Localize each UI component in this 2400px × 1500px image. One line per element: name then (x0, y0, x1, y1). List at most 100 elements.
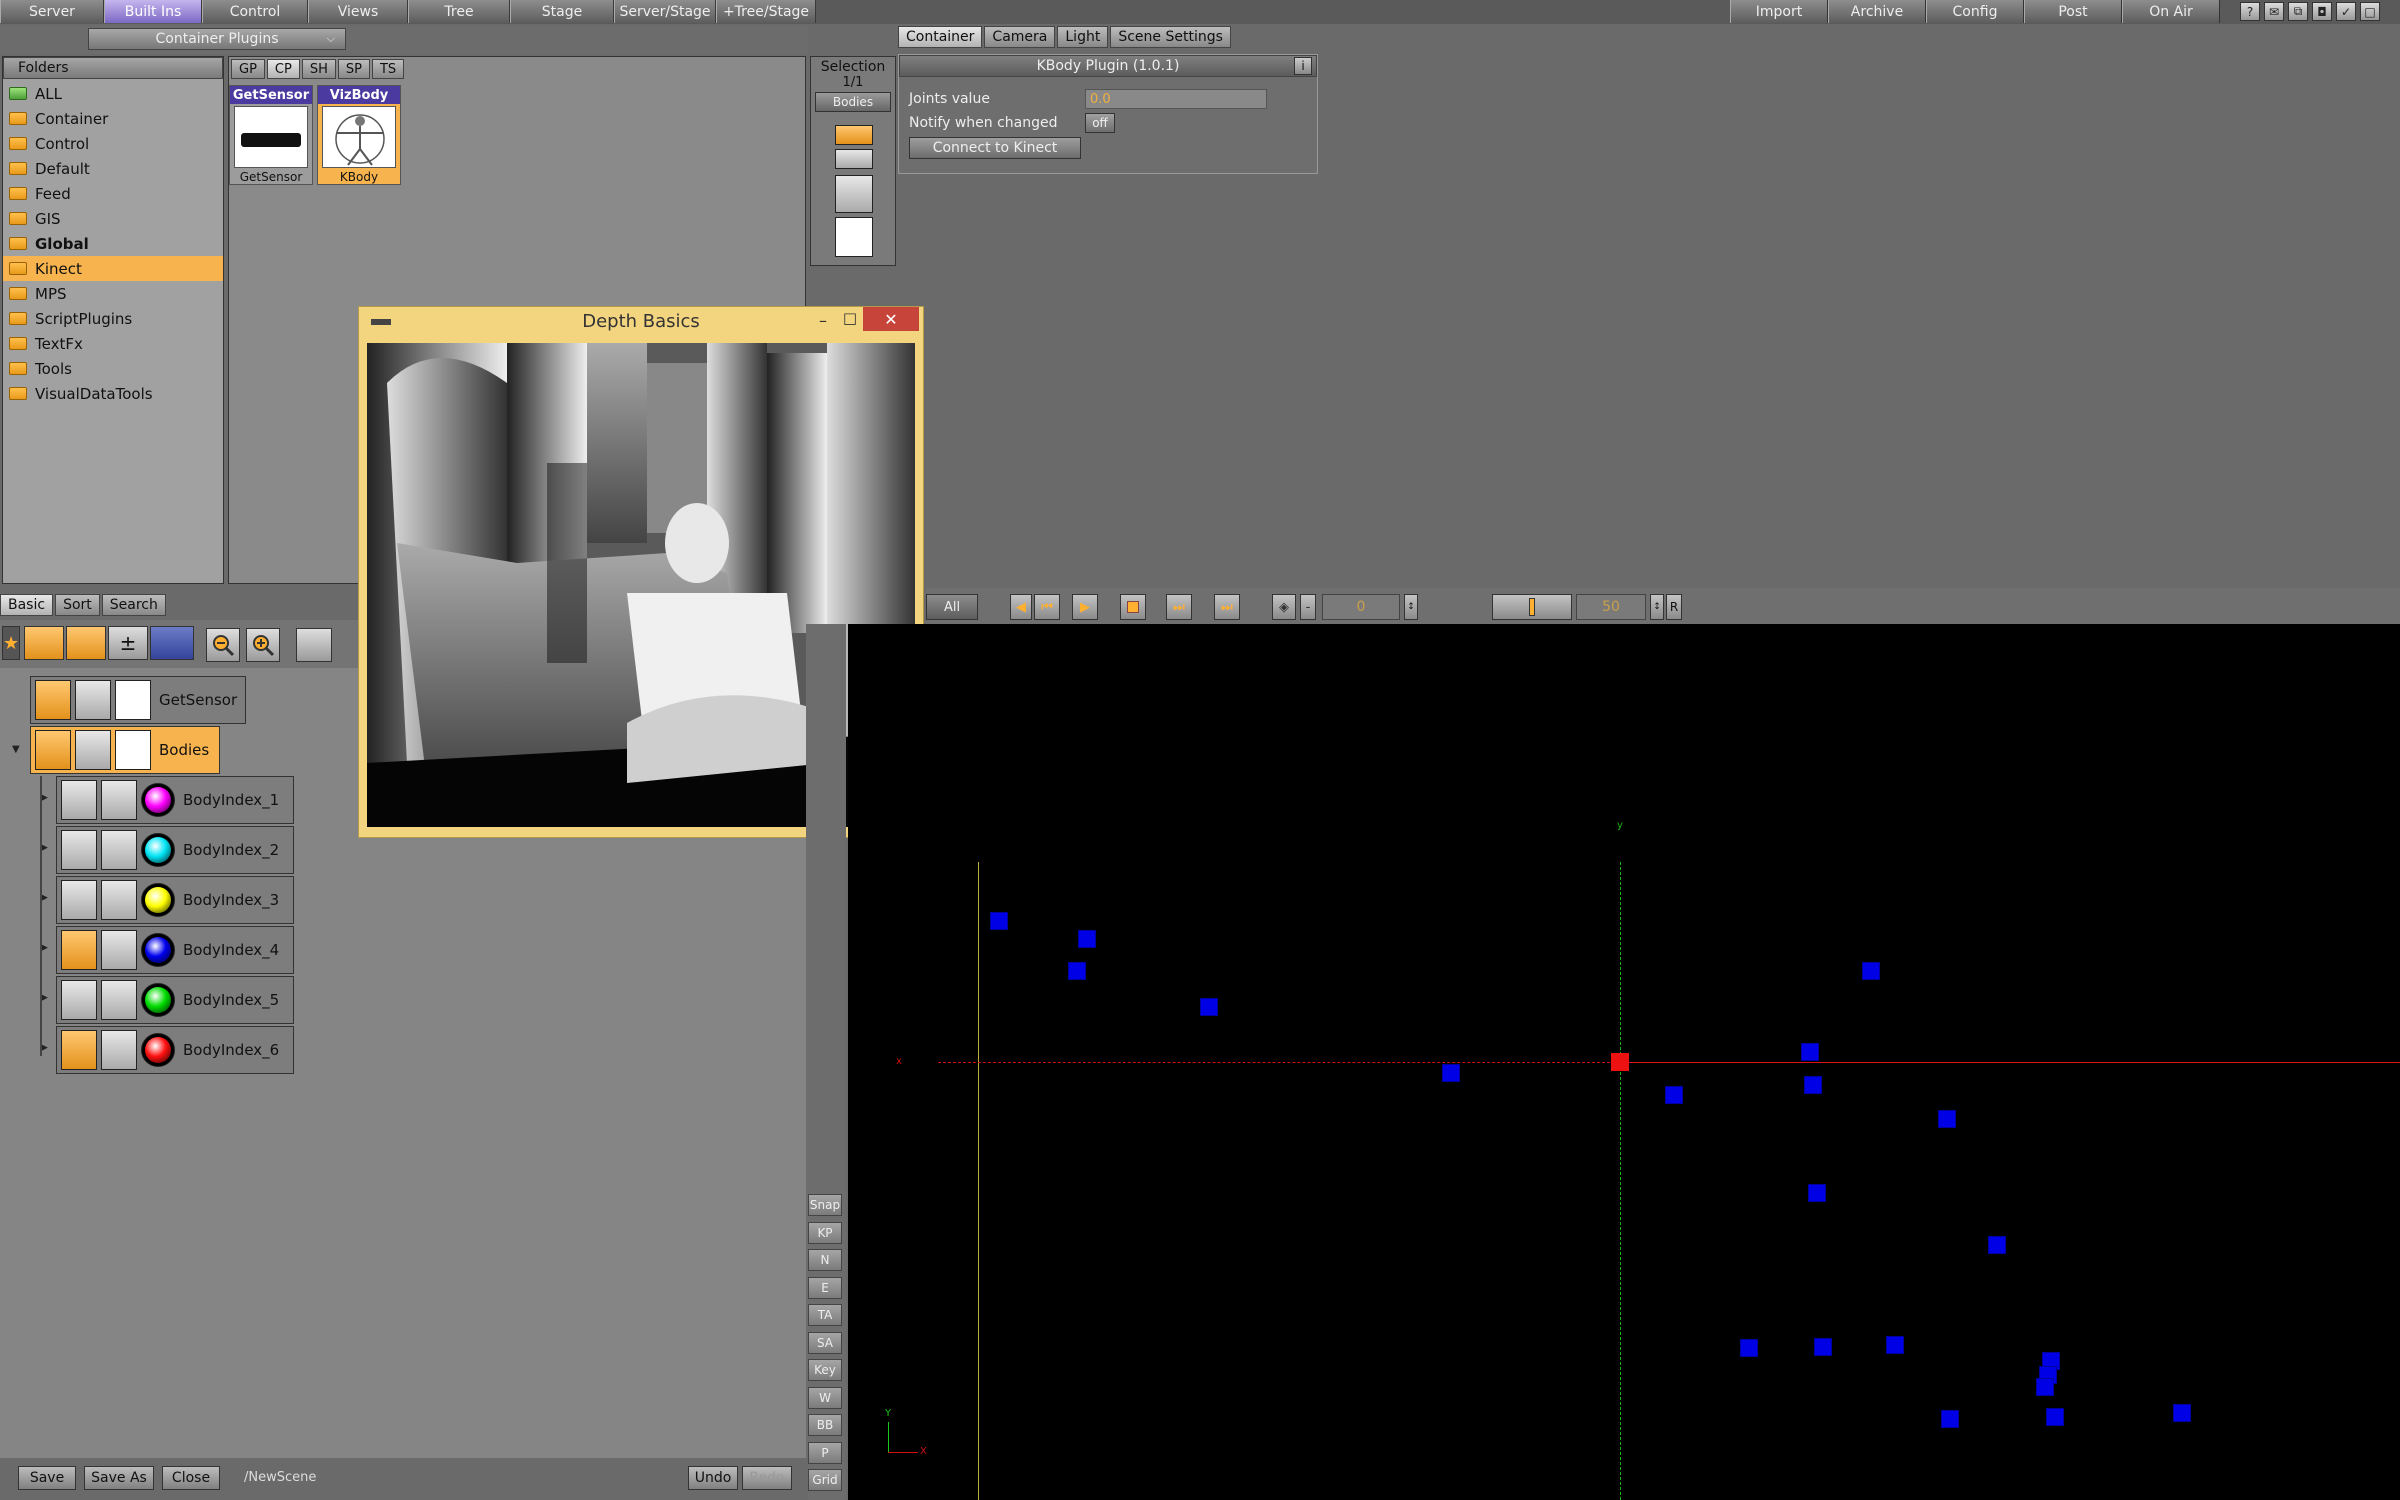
joint-marker[interactable] (1804, 1076, 1822, 1094)
tab-light[interactable]: Light (1057, 26, 1109, 48)
tab-search[interactable]: Search (101, 594, 166, 616)
stop-icon[interactable] (1120, 594, 1146, 620)
menu-post[interactable]: Post (2024, 0, 2122, 23)
skip-end-icon[interactable]: ⏭ (1214, 594, 1240, 620)
tree-node-bodyindex[interactable]: ▶ BodyIndex_4 (41, 926, 294, 974)
menu-server-stage[interactable]: Server/Stage (614, 0, 716, 23)
expand-arrow-icon[interactable]: ▶ (41, 793, 48, 803)
tab-gp[interactable]: GP (231, 59, 265, 79)
menu-archive[interactable]: Archive (1828, 0, 1926, 23)
panel-icon[interactable]: ◘ (2312, 2, 2332, 21)
container-up-icon[interactable] (24, 626, 64, 660)
joint-marker[interactable] (1808, 1184, 1826, 1202)
expand-arrow-icon[interactable]: ▶ (41, 993, 48, 1003)
folder-item[interactable]: Control (3, 131, 223, 156)
tab-sh[interactable]: SH (301, 59, 336, 79)
folder-item[interactable]: Tools (3, 356, 223, 381)
tab-basic[interactable]: Basic (0, 594, 54, 616)
joint-marker[interactable] (990, 912, 1008, 930)
minus-icon[interactable]: - (1300, 594, 1316, 620)
folder-item[interactable]: TextFx (3, 331, 223, 356)
tree-view-icon[interactable] (296, 628, 332, 662)
info-icon[interactable]: i (1294, 57, 1312, 75)
folder-item[interactable]: VisualDataTools (3, 381, 223, 406)
joint-marker[interactable] (1941, 1410, 1959, 1428)
add-remove-icon[interactable]: ± (108, 626, 148, 660)
folder-item[interactable]: Default (3, 156, 223, 181)
tree-node-bodyindex[interactable]: ▶ BodyIndex_2 (41, 826, 294, 874)
tree-node-getsensor[interactable]: GetSensor (30, 676, 246, 724)
plugin-kbody[interactable]: VizBody KBody (317, 85, 401, 185)
joints-value-field[interactable]: 0.0 (1085, 89, 1267, 109)
vizbody-icon[interactable] (835, 217, 873, 257)
check-icon[interactable]: ✓ (2336, 2, 2356, 21)
tab-sort[interactable]: Sort (55, 594, 100, 616)
folder-item[interactable]: GIS (3, 206, 223, 231)
joint-marker[interactable] (2173, 1404, 2191, 1422)
tree-node-bodyindex[interactable]: ▶ BodyIndex_6 (41, 1026, 294, 1074)
folder-item[interactable]: Kinect (3, 256, 223, 281)
transform-icon[interactable] (835, 125, 873, 145)
tree-node-bodyindex[interactable]: ▶ BodyIndex_3 (41, 876, 294, 924)
joint-marker[interactable] (1665, 1086, 1683, 1104)
folder-item[interactable]: ALL (3, 81, 223, 106)
plugin-getsensor[interactable]: GetSensor GetSensor (229, 85, 313, 185)
joint-marker[interactable] (2036, 1378, 2054, 1396)
tab-ts[interactable]: TS (371, 59, 405, 79)
joint-marker[interactable] (1801, 1043, 1819, 1061)
end-frame-input[interactable]: 50 (1576, 594, 1646, 620)
maximize-icon[interactable]: □ (843, 309, 857, 327)
side-button-bb[interactable]: BB (808, 1414, 842, 1436)
skip-back-icon[interactable]: ⏮ (1034, 594, 1060, 620)
frame-input[interactable]: 0 (1322, 594, 1400, 620)
step-forward-icon[interactable]: ⏭ (1166, 594, 1192, 620)
tab-scene-settings[interactable]: Scene Settings (1110, 26, 1231, 48)
save-button[interactable]: Save (18, 1466, 76, 1490)
folder-item[interactable]: MPS (3, 281, 223, 306)
side-button-p[interactable]: P (808, 1441, 842, 1464)
frame-stepper[interactable]: ↕ (1404, 594, 1418, 620)
axis-icon[interactable] (835, 175, 873, 213)
folder-item[interactable]: Global (3, 231, 223, 256)
move-icon[interactable] (835, 149, 873, 169)
folder-item[interactable]: Feed (3, 181, 223, 206)
joint-marker[interactable] (1938, 1110, 1956, 1128)
close-button[interactable]: Close (162, 1466, 220, 1490)
joint-marker[interactable] (1814, 1338, 1832, 1356)
minimize-icon[interactable]: – (819, 311, 827, 330)
joint-marker[interactable] (2046, 1408, 2064, 1426)
joint-marker[interactable] (1886, 1336, 1904, 1354)
menu-import[interactable]: Import (1730, 0, 1828, 23)
windows-icon[interactable]: ⧉ (2288, 2, 2308, 21)
side-button-snap[interactable]: Snap (808, 1194, 842, 1216)
range-toggle[interactable]: R (1666, 594, 1682, 620)
joint-marker[interactable] (1068, 962, 1086, 980)
redo-button[interactable]: Redo (742, 1466, 792, 1490)
side-button-grid[interactable]: Grid (808, 1469, 842, 1491)
depth-window-titlebar[interactable]: Depth Basics – □ ✕ (359, 307, 923, 335)
star-icon[interactable]: ★ (2, 626, 20, 660)
tab-cp[interactable]: CP (266, 59, 300, 79)
end-frame-stepper[interactable]: ↕ (1650, 594, 1664, 620)
tree-node-bodyindex[interactable]: ▶ BodyIndex_1 (41, 776, 294, 824)
menu-tree-stage[interactable]: +Tree/Stage (716, 0, 816, 23)
menu-config[interactable]: Config (1926, 0, 2024, 23)
side-button-ta[interactable]: TA (808, 1304, 842, 1326)
collapse-arrow-icon[interactable]: ▼ (12, 744, 22, 755)
joint-marker[interactable] (1078, 930, 1096, 948)
menu-built-ins[interactable]: Built Ins (104, 0, 202, 23)
tree-node-bodyindex[interactable]: ▶ BodyIndex_5 (41, 976, 294, 1024)
close-icon[interactable]: ✕ (863, 307, 919, 331)
tab-container[interactable]: Container (898, 26, 983, 48)
side-button-key[interactable]: Key (808, 1359, 842, 1381)
undo-button[interactable]: Undo (688, 1466, 738, 1490)
side-button-sa[interactable]: SA (808, 1331, 842, 1354)
notify-toggle[interactable]: off (1085, 113, 1115, 133)
joint-marker[interactable] (1442, 1064, 1460, 1082)
joint-marker[interactable] (1988, 1236, 2006, 1254)
keyframe-prev-icon[interactable]: ◈ (1272, 594, 1296, 620)
joint-marker[interactable] (1862, 962, 1880, 980)
3d-viewport[interactable]: y x Y X (848, 624, 2400, 1500)
joint-marker[interactable] (1200, 998, 1218, 1016)
menu-server[interactable]: Server (0, 0, 104, 23)
